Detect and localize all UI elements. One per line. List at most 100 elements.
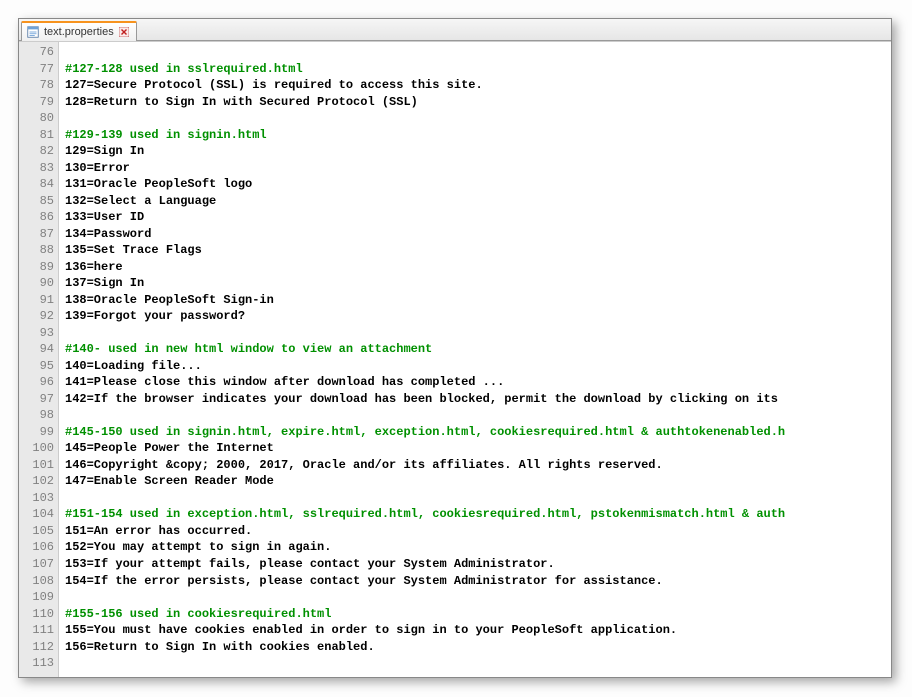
text-token: 134=Password (65, 227, 151, 241)
code-line: 147=Enable Screen Reader Mode (65, 473, 891, 490)
text-token: 151=An error has occurred. (65, 524, 252, 538)
text-token: 153=If your attempt fails, please contac… (65, 557, 555, 571)
line-number: 90 (19, 275, 54, 292)
text-token: 142=If the browser indicates your downlo… (65, 392, 778, 406)
text-token: 155=You must have cookies enabled in ord… (65, 623, 677, 637)
code-line (65, 44, 891, 61)
code-line (65, 655, 891, 672)
code-line (65, 325, 891, 342)
code-line: 152=You may attempt to sign in again. (65, 539, 891, 556)
tab-label: text.properties (44, 26, 114, 38)
code-line: 155=You must have cookies enabled in ord… (65, 622, 891, 639)
code-line: 132=Select a Language (65, 193, 891, 210)
text-token: 129=Sign In (65, 144, 144, 158)
text-token: 132=Select a Language (65, 194, 216, 208)
code-line: 134=Password (65, 226, 891, 243)
code-line: 151=An error has occurred. (65, 523, 891, 540)
code-line: #129-139 used in signin.html (65, 127, 891, 144)
comment-token: #140- used in new html window to view an… (65, 342, 432, 356)
editor-window: text.properties 767778798081828384858687… (18, 18, 892, 678)
line-number: 111 (19, 622, 54, 639)
text-token: 127=Secure Protocol (SSL) is required to… (65, 78, 483, 92)
line-number: 106 (19, 539, 54, 556)
text-token: 138=Oracle PeopleSoft Sign-in (65, 293, 274, 307)
code-line: 136=here (65, 259, 891, 276)
line-number: 97 (19, 391, 54, 408)
text-token: 146=Copyright &copy; 2000, 2017, Oracle … (65, 458, 663, 472)
code-line: 130=Error (65, 160, 891, 177)
line-number: 79 (19, 94, 54, 111)
line-number: 78 (19, 77, 54, 94)
line-number: 81 (19, 127, 54, 144)
line-number: 103 (19, 490, 54, 507)
line-number: 104 (19, 506, 54, 523)
text-token: 147=Enable Screen Reader Mode (65, 474, 274, 488)
code-line: 127=Secure Protocol (SSL) is required to… (65, 77, 891, 94)
line-number: 91 (19, 292, 54, 309)
line-number: 85 (19, 193, 54, 210)
code-line: 139=Forgot your password? (65, 308, 891, 325)
text-token: 130=Error (65, 161, 130, 175)
close-tab-icon[interactable] (118, 26, 130, 38)
line-number: 77 (19, 61, 54, 78)
comment-token: #151-154 used in exception.html, sslrequ… (65, 507, 785, 521)
code-line: 137=Sign In (65, 275, 891, 292)
text-token: 135=Set Trace Flags (65, 243, 202, 257)
editor-area[interactable]: 7677787980818283848586878889909192939495… (19, 41, 891, 677)
code-line: 156=Return to Sign In with cookies enabl… (65, 639, 891, 656)
code-line (65, 110, 891, 127)
code-line: 131=Oracle PeopleSoft logo (65, 176, 891, 193)
line-number: 99 (19, 424, 54, 441)
text-token: 152=You may attempt to sign in again. (65, 540, 331, 554)
comment-token: #127-128 used in sslrequired.html (65, 62, 303, 76)
text-token: 136=here (65, 260, 123, 274)
code-line: 153=If your attempt fails, please contac… (65, 556, 891, 573)
line-number: 108 (19, 573, 54, 590)
code-line: 129=Sign In (65, 143, 891, 160)
line-number: 100 (19, 440, 54, 457)
line-number: 105 (19, 523, 54, 540)
line-number: 110 (19, 606, 54, 623)
code-line: 146=Copyright &copy; 2000, 2017, Oracle … (65, 457, 891, 474)
line-number: 93 (19, 325, 54, 342)
text-token: 145=People Power the Internet (65, 441, 274, 455)
line-number: 92 (19, 308, 54, 325)
line-number: 101 (19, 457, 54, 474)
line-number: 112 (19, 639, 54, 656)
text-token: 154=If the error persists, please contac… (65, 574, 663, 588)
code-line: #127-128 used in sslrequired.html (65, 61, 891, 78)
line-number: 109 (19, 589, 54, 606)
text-token: 133=User ID (65, 210, 144, 224)
line-number: 86 (19, 209, 54, 226)
code-line: 135=Set Trace Flags (65, 242, 891, 259)
text-token: 128=Return to Sign In with Secured Proto… (65, 95, 418, 109)
code-line (65, 490, 891, 507)
line-number: 84 (19, 176, 54, 193)
line-number: 89 (19, 259, 54, 276)
line-number-gutter: 7677787980818283848586878889909192939495… (19, 42, 59, 677)
code-line: 145=People Power the Internet (65, 440, 891, 457)
line-number: 76 (19, 44, 54, 61)
code-content[interactable]: #127-128 used in sslrequired.html 127=Sec… (59, 42, 891, 677)
line-number: 88 (19, 242, 54, 259)
code-line: 142=If the browser indicates your downlo… (65, 391, 891, 408)
file-tab[interactable]: text.properties (21, 21, 137, 41)
file-icon (26, 25, 40, 39)
text-token: 131=Oracle PeopleSoft logo (65, 177, 252, 191)
line-number: 87 (19, 226, 54, 243)
line-number: 95 (19, 358, 54, 375)
line-number: 107 (19, 556, 54, 573)
line-number: 113 (19, 655, 54, 672)
code-line: 141=Please close this window after downl… (65, 374, 891, 391)
line-number: 102 (19, 473, 54, 490)
code-line: #155-156 used in cookiesrequired.html (65, 606, 891, 623)
code-line: #145-150 used in signin.html, expire.htm… (65, 424, 891, 441)
code-line: 154=If the error persists, please contac… (65, 573, 891, 590)
line-number: 94 (19, 341, 54, 358)
code-line: 133=User ID (65, 209, 891, 226)
text-token: 137=Sign In (65, 276, 144, 290)
code-line: 138=Oracle PeopleSoft Sign-in (65, 292, 891, 309)
code-line: 128=Return to Sign In with Secured Proto… (65, 94, 891, 111)
line-number: 82 (19, 143, 54, 160)
line-number: 96 (19, 374, 54, 391)
